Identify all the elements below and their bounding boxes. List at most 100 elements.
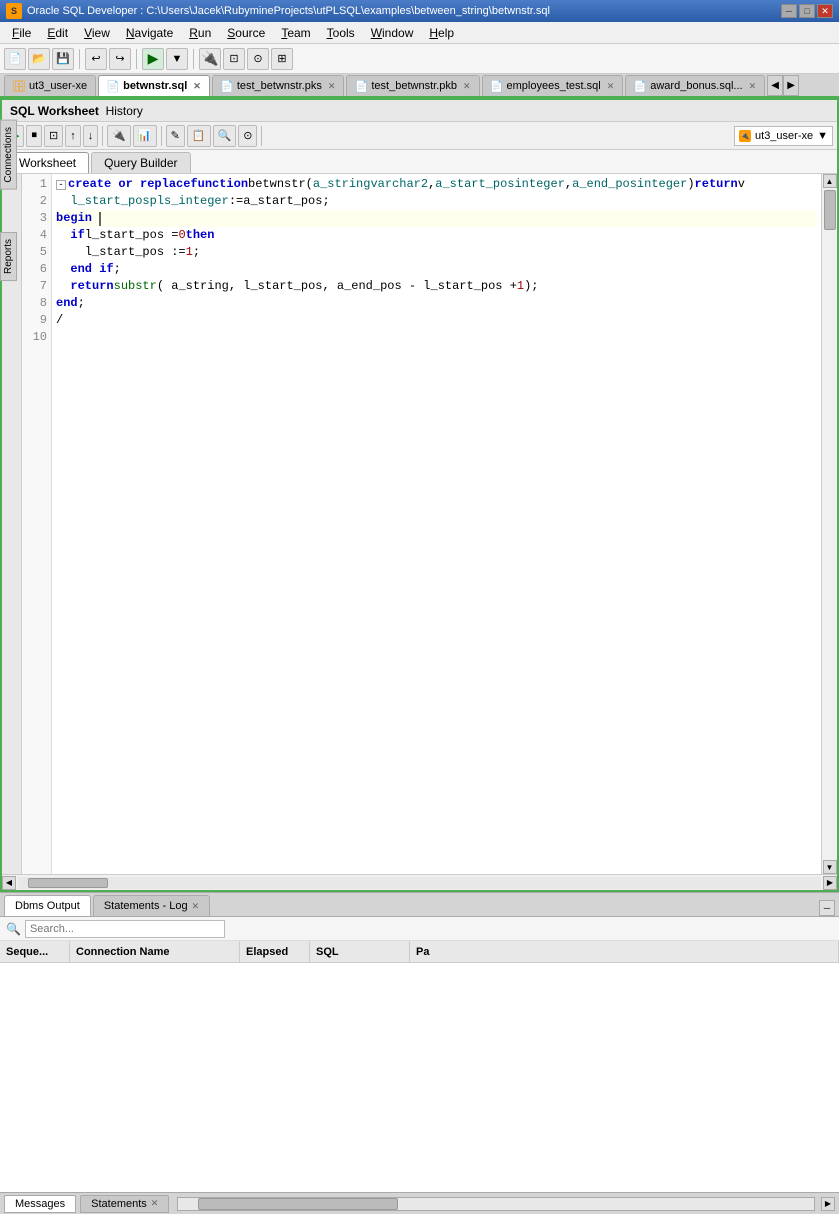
ws-sep-2 (161, 126, 162, 146)
connection-selector[interactable]: 🔌 ut3_user-xe ▼ (734, 126, 833, 146)
minimize-button[interactable]: ─ (781, 4, 797, 18)
toolbar-sep-3 (193, 49, 194, 69)
menu-help[interactable]: Help (421, 24, 462, 42)
tab-test-pkb-close[interactable]: ✕ (463, 81, 471, 92)
db-button2[interactable]: ⊡ (223, 48, 245, 70)
code-line-7: return substr( a_string, l_start_pos, a_… (56, 278, 817, 295)
statements-status-close[interactable]: ✕ (151, 1198, 159, 1209)
h-scroll-right[interactable]: ▶ (823, 876, 837, 890)
status-hscroll[interactable] (177, 1197, 815, 1211)
close-button[interactable]: ✕ (817, 4, 833, 18)
tab-scroll-right[interactable]: ▶ (783, 75, 799, 96)
tab-scroll-left[interactable]: ◀ (767, 75, 783, 96)
h-scroll-track[interactable] (18, 877, 821, 889)
statements-tab-close[interactable]: ✕ (192, 901, 200, 912)
redo-button[interactable]: ↪ (109, 48, 131, 70)
new-file-button[interactable]: 📄 (4, 48, 26, 70)
tab-test-pks-close[interactable]: ✕ (328, 81, 336, 92)
menu-navigate[interactable]: Navigate (118, 24, 181, 42)
ws-history-button[interactable]: 📋 (187, 125, 211, 147)
run-button[interactable]: ▶ (142, 48, 164, 70)
save-button[interactable]: 💾 (52, 48, 74, 70)
menu-source[interactable]: Source (219, 24, 273, 42)
status-tab-messages[interactable]: Messages (4, 1195, 76, 1213)
editor-area[interactable]: 1 2 3 4 5 6 7 8 9 10 - create or replace… (2, 174, 837, 874)
menu-team[interactable]: Team (273, 24, 318, 42)
menu-run[interactable]: Run (181, 24, 219, 42)
ws-commit-button[interactable]: ↑ (65, 125, 81, 147)
h-scroll-left[interactable]: ◀ (2, 876, 16, 890)
sql-icon5: 📄 (634, 80, 646, 92)
scroll-thumb[interactable] (824, 190, 836, 230)
code-line-1: - create or replace function betwnstr( a… (56, 176, 817, 193)
run-dropdown-button[interactable]: ▼ (166, 48, 188, 70)
tab-test-pks[interactable]: 📄 test_betwnstr.pks ✕ (212, 75, 345, 96)
table-content (0, 963, 839, 1192)
tab-test-pkb[interactable]: 📄 test_betwnstr.pkb ✕ (346, 75, 479, 96)
sub-tab-querybuilder[interactable]: Query Builder (91, 152, 190, 173)
tab-betwnstr-close[interactable]: ✕ (193, 81, 201, 92)
h-scroll-thumb[interactable] (28, 878, 108, 888)
db-buttons: 🔌 ⊡ ⊙ ⊞ (199, 48, 293, 70)
code-editor[interactable]: - create or replace function betwnstr( a… (52, 174, 821, 874)
ws-stop-button[interactable]: ⏹ (26, 125, 42, 147)
undo-button[interactable]: ↩ (85, 48, 107, 70)
status-bar: Messages Statements ✕ ▶ (0, 1192, 839, 1214)
vertical-scrollbar[interactable]: ▲ ▼ (821, 174, 837, 874)
bottom-tab-dbms[interactable]: Dbms Output (4, 895, 91, 916)
line-num-7: 7 (22, 278, 51, 295)
horizontal-scrollbar[interactable]: ◀ ▶ (2, 874, 837, 890)
side-panels: Connections Reports (0, 120, 17, 281)
status-scroll-right[interactable]: ▶ (821, 1197, 835, 1211)
ws-toolbar: ▶ ⏹ ⊡ ↑ ↓ 🔌 📊 ✎ 📋 🔍 ⊙ 🔌 ut3_user-xe ▼ (2, 122, 837, 150)
db-button4[interactable]: ⊞ (271, 48, 293, 70)
history-buttons: ↩ ↪ (85, 48, 131, 70)
main-toolbar: 📄 📂 💾 ↩ ↪ ▶ ▼ 🔌 ⊡ ⊙ ⊞ (0, 44, 839, 74)
db-connect-button[interactable]: 🔌 (199, 48, 221, 70)
menu-file[interactable]: File (4, 24, 39, 42)
ws-autotrace-button[interactable]: ⊙ (238, 125, 257, 147)
menu-tools[interactable]: Tools (319, 24, 363, 42)
status-hthumb[interactable] (198, 1198, 398, 1210)
conn-dropdown-arrow[interactable]: ▼ (817, 130, 828, 142)
line-num-10: 10 (22, 329, 51, 346)
db-button3[interactable]: ⊙ (247, 48, 269, 70)
reports-panel-tab[interactable]: Reports (0, 232, 17, 281)
scroll-down-button[interactable]: ▼ (823, 860, 837, 874)
window-title: Oracle SQL Developer : C:\Users\Jacek\Ru… (27, 5, 781, 17)
sql-icon3: 📄 (355, 80, 367, 92)
tab-employees-close[interactable]: ✕ (607, 81, 615, 92)
tab-award[interactable]: 📄 award_bonus.sql... ✕ (625, 75, 765, 96)
bottom-tab-statements[interactable]: Statements - Log ✕ (93, 895, 210, 916)
ws-find-button[interactable]: 🔍 (213, 125, 237, 147)
toolbar-sep-1 (79, 49, 80, 69)
fold-icon-1[interactable]: - (56, 180, 66, 190)
maximize-button[interactable]: □ (799, 4, 815, 18)
statements-tab-label: Statements - Log (104, 900, 188, 912)
ws-rollback-button[interactable]: ↓ (83, 125, 99, 147)
scroll-up-button[interactable]: ▲ (823, 174, 837, 188)
tab-betwnstr[interactable]: 📄 betwnstr.sql ✕ (98, 75, 210, 96)
line-num-5: 5 (22, 244, 51, 261)
db-icon: 🗄 (13, 80, 25, 92)
tab-employees[interactable]: 📄 employees_test.sql ✕ (482, 75, 624, 96)
connections-panel-tab[interactable]: Connections (0, 120, 17, 190)
status-tab-statements[interactable]: Statements ✕ (80, 1195, 169, 1213)
window-controls[interactable]: ─ □ ✕ (781, 4, 833, 18)
ws-connect-button[interactable]: 🔌 (107, 125, 131, 147)
history-label[interactable]: History (106, 104, 143, 118)
menu-view[interactable]: View (76, 24, 118, 42)
tab-ut3-user[interactable]: 🗄 ut3_user-xe (4, 75, 96, 96)
ws-run-script-button[interactable]: ⊡ (44, 125, 63, 147)
search-input[interactable] (25, 920, 225, 938)
sub-tab-worksheet[interactable]: Worksheet (6, 152, 89, 173)
menu-edit[interactable]: Edit (39, 24, 76, 42)
ws-explain-button[interactable]: 📊 (133, 125, 157, 147)
ws-sep-1 (102, 126, 103, 146)
ws-format-button[interactable]: ✎ (166, 125, 185, 147)
dbms-tab-label: Dbms Output (15, 900, 80, 912)
menu-window[interactable]: Window (363, 24, 422, 42)
open-file-button[interactable]: 📂 (28, 48, 50, 70)
tab-award-close[interactable]: ✕ (749, 81, 757, 92)
col-sequence: Seque... (0, 941, 70, 962)
